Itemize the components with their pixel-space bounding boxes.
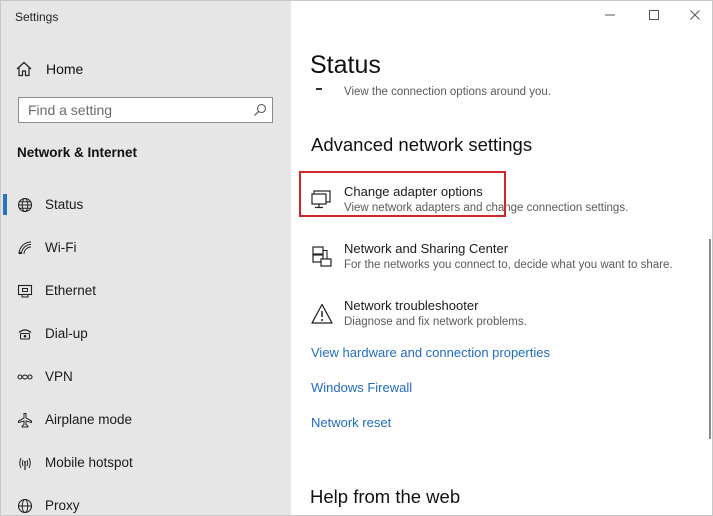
sidebar-nav: Status Wi-Fi Ethernet Dial-up VPN Airpla…	[1, 183, 291, 515]
highlight-box	[299, 171, 506, 217]
home-label: Home	[46, 61, 84, 77]
ethernet-icon	[17, 283, 33, 299]
network-and-sharing-center-option[interactable]: Network and Sharing Center For the netwo…	[310, 241, 690, 281]
scrollbar[interactable]	[709, 239, 711, 439]
search-icon[interactable]	[253, 103, 267, 117]
search-input[interactable]	[19, 98, 250, 122]
sidebar-item-dialup[interactable]: Dial-up	[1, 312, 291, 355]
sidebar-item-label: Mobile hotspot	[45, 455, 133, 470]
home-nav-item[interactable]: Home	[15, 57, 265, 81]
warning-icon	[310, 302, 334, 326]
close-button[interactable]	[683, 7, 707, 27]
wifi-icon	[17, 240, 33, 256]
option-title: Network and Sharing Center	[344, 241, 509, 256]
sidebar-item-label: Ethernet	[45, 283, 97, 298]
settings-window: Settings Home Network & Internet Status	[0, 0, 713, 516]
minimize-button[interactable]	[598, 7, 622, 27]
network-reset-link[interactable]: Network reset	[311, 415, 391, 430]
sidebar-item-wifi[interactable]: Wi-Fi	[1, 226, 291, 269]
close-icon	[689, 8, 701, 26]
sidebar-item-label: Wi-Fi	[45, 240, 77, 255]
sidebar-item-vpn[interactable]: VPN	[1, 355, 291, 398]
option-description: Diagnose and fix network problems.	[344, 316, 527, 328]
sidebar: Settings Home Network & Internet Status	[1, 1, 291, 515]
status-subtext: View the connection options around you.	[344, 86, 551, 98]
phone-icon	[17, 326, 33, 342]
sidebar-item-status[interactable]: Status	[1, 183, 291, 226]
sidebar-item-label: Dial-up	[45, 326, 88, 341]
sidebar-item-ethernet[interactable]: Ethernet	[1, 269, 291, 312]
sidebar-item-label: Status	[45, 197, 84, 212]
page-title: Status	[310, 51, 381, 79]
network-sharing-icon	[310, 245, 334, 269]
vpn-icon	[17, 369, 33, 385]
scrolled-content-edge	[316, 88, 322, 90]
sidebar-item-label: VPN	[45, 369, 73, 384]
airplane-icon	[17, 412, 33, 428]
maximize-icon	[648, 8, 660, 26]
minimize-icon	[604, 8, 616, 26]
view-hardware-properties-link[interactable]: View hardware and connection properties	[311, 345, 550, 360]
home-icon	[15, 60, 33, 78]
globe-icon	[17, 197, 33, 213]
sidebar-item-mobile-hotspot[interactable]: Mobile hotspot	[1, 441, 291, 484]
windows-firewall-link[interactable]: Windows Firewall	[311, 380, 412, 395]
option-title: Network troubleshooter	[344, 298, 479, 313]
sidebar-item-label: Airplane mode	[45, 412, 133, 427]
option-description: For the networks you connect to, decide …	[344, 259, 673, 271]
sidebar-item-label: Proxy	[45, 498, 80, 513]
section-heading: Network & Internet	[17, 145, 138, 160]
help-from-the-web-heading: Help from the web	[310, 486, 461, 507]
advanced-network-settings-heading: Advanced network settings	[311, 134, 533, 155]
app-title: Settings	[15, 10, 59, 24]
search-box	[18, 97, 273, 123]
network-troubleshooter-option[interactable]: Network troubleshooter Diagnose and fix …	[310, 298, 690, 338]
sidebar-item-proxy[interactable]: Proxy	[1, 484, 291, 515]
globe-icon	[17, 498, 33, 514]
sidebar-item-airplane-mode[interactable]: Airplane mode	[1, 398, 291, 441]
hotspot-icon	[17, 455, 33, 471]
maximize-button[interactable]	[642, 7, 666, 27]
